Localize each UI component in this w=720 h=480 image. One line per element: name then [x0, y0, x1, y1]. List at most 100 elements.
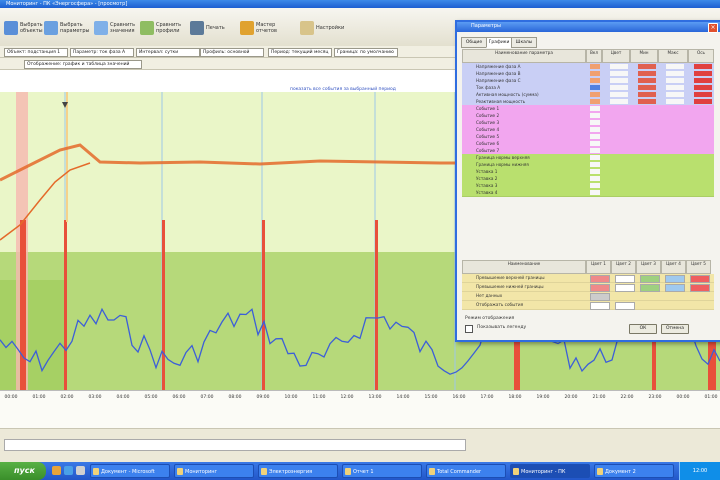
grid-cell[interactable] [590, 113, 600, 118]
toolbar-button-label: Настройки [316, 25, 345, 31]
color-cell[interactable] [665, 275, 685, 283]
grid-cell[interactable] [638, 71, 656, 76]
color-cell[interactable] [690, 284, 710, 292]
toolbar-button-3[interactable]: Сравнить профили [140, 14, 184, 42]
color-cell[interactable] [590, 293, 610, 301]
lower-band-step [0, 280, 65, 390]
dialog-cancel-button[interactable]: Отмена [661, 324, 689, 334]
grid-cell[interactable] [590, 71, 600, 76]
taskbar-task[interactable]: Мониторинг [174, 464, 254, 478]
grid-cell[interactable] [590, 78, 600, 83]
status-scrollbar[interactable] [4, 439, 466, 451]
grid-cell[interactable] [694, 85, 712, 90]
dialog-tab[interactable]: Общие [461, 37, 487, 48]
grid-cell[interactable] [610, 71, 628, 76]
grid-cell[interactable] [590, 120, 600, 125]
grid-cell[interactable] [694, 92, 712, 97]
grid-cell[interactable] [638, 78, 656, 83]
grid-cell[interactable] [638, 99, 656, 104]
grid-cell[interactable] [590, 190, 600, 195]
filter-field[interactable]: Период: текущий месяц [268, 48, 332, 57]
color-cell[interactable] [590, 275, 610, 283]
grid-cell[interactable] [590, 127, 600, 132]
taskbar-task[interactable]: Документ - Microsoft [90, 464, 170, 478]
start-button[interactable]: пуск [0, 462, 46, 480]
chart-events-link[interactable]: показать все события за выбранный период [290, 85, 396, 92]
grid-cell[interactable] [590, 64, 600, 69]
color-cell[interactable] [615, 275, 635, 283]
dialog-legend-checkbox-label[interactable]: Показывать легенду [477, 325, 526, 330]
grid-cell[interactable] [590, 155, 600, 160]
grid-cell[interactable] [610, 85, 628, 90]
toolbar-button-5[interactable]: Мастер отчетов [240, 14, 284, 42]
color-cell[interactable] [615, 284, 635, 292]
dialog-ok-button[interactable]: ОК [629, 324, 657, 334]
toolbar-button-1[interactable]: Выбрать параметры [44, 14, 89, 42]
dialog-tab[interactable]: Шкалы [511, 37, 537, 48]
toolbar-button-0[interactable]: Выбрать объекты [4, 14, 48, 42]
grid-cell[interactable] [590, 92, 600, 97]
toolbar-button-4[interactable]: Печать [190, 14, 234, 42]
grid-cell[interactable] [610, 99, 628, 104]
dialog-close-icon[interactable]: × [708, 23, 718, 33]
grid-cell[interactable] [590, 162, 600, 167]
grid-cell[interactable] [590, 183, 600, 188]
grid-cell[interactable] [590, 134, 600, 139]
grid-cell[interactable] [694, 71, 712, 76]
grid-cell[interactable] [590, 176, 600, 181]
grid-cell[interactable] [666, 71, 684, 76]
dialog-titlebar[interactable]: Параметры × [457, 22, 720, 33]
taskbar-task[interactable]: Total Commander [426, 464, 506, 478]
grid-cell[interactable] [590, 99, 600, 104]
filter-field[interactable]: Параметр: ток фаза А [70, 48, 134, 57]
quicklaunch-browser-icon[interactable] [64, 466, 73, 475]
taskbar-task[interactable]: Мониторинг - ПК [510, 464, 590, 478]
grid-cell[interactable] [590, 148, 600, 153]
grid-cell[interactable] [590, 85, 600, 90]
color-grid-row[interactable]: Превышение верхней границы [462, 274, 714, 283]
filter-field[interactable]: Объект: подстанция 1 [4, 48, 68, 57]
grid-cell[interactable] [666, 92, 684, 97]
grid-cell[interactable] [610, 92, 628, 97]
color-cell[interactable] [640, 275, 660, 283]
grid-cell[interactable] [666, 78, 684, 83]
toolbar-button-6[interactable]: Настройки [300, 14, 344, 42]
grid-cell[interactable] [638, 85, 656, 90]
color-cell[interactable] [590, 284, 610, 292]
color-cell[interactable] [690, 275, 710, 283]
toolbar-button-2[interactable]: Сравнить значения [94, 14, 138, 42]
color-cell[interactable] [615, 302, 635, 310]
filter-field[interactable]: Граница: по умолчанию [334, 48, 398, 57]
grid-cell[interactable] [666, 99, 684, 104]
color-grid-row[interactable]: Отображать события [462, 301, 714, 310]
filter-field[interactable]: Интервал: сутки [136, 48, 200, 57]
grid-cell[interactable] [590, 106, 600, 111]
quicklaunch-desktop-icon[interactable] [52, 466, 61, 475]
grid-cell[interactable] [694, 78, 712, 83]
grid-cell[interactable] [666, 64, 684, 69]
grid-cell[interactable] [638, 92, 656, 97]
color-grid-row[interactable]: Превышение нижней границы [462, 283, 714, 292]
dialog-tab[interactable]: Графики [486, 37, 512, 48]
filter-field[interactable]: Профиль: основной [200, 48, 264, 57]
grid-cell[interactable] [590, 169, 600, 174]
grid-cell[interactable] [610, 64, 628, 69]
grid-row[interactable]: Уставка 4 [462, 189, 714, 197]
grid-cell[interactable] [638, 64, 656, 69]
taskbar-task[interactable]: Отчет 1 [342, 464, 422, 478]
filter-field[interactable]: Отображение: график и таблица значений [24, 60, 142, 69]
grid-row-label: Напряжение фаза С [476, 78, 521, 83]
grid-cell[interactable] [610, 78, 628, 83]
grid-cell[interactable] [694, 64, 712, 69]
color-cell[interactable] [590, 302, 610, 310]
color-grid-row[interactable]: Нет данных [462, 292, 714, 301]
color-cell[interactable] [640, 284, 660, 292]
dialog-legend-checkbox[interactable] [465, 325, 473, 333]
grid-cell[interactable] [666, 85, 684, 90]
color-cell[interactable] [665, 284, 685, 292]
grid-cell[interactable] [590, 141, 600, 146]
taskbar-task[interactable]: Электроэнергия [258, 464, 338, 478]
quicklaunch-explorer-icon[interactable] [76, 466, 85, 475]
taskbar-task[interactable]: Документ 2 [594, 464, 674, 478]
grid-cell[interactable] [694, 99, 712, 104]
